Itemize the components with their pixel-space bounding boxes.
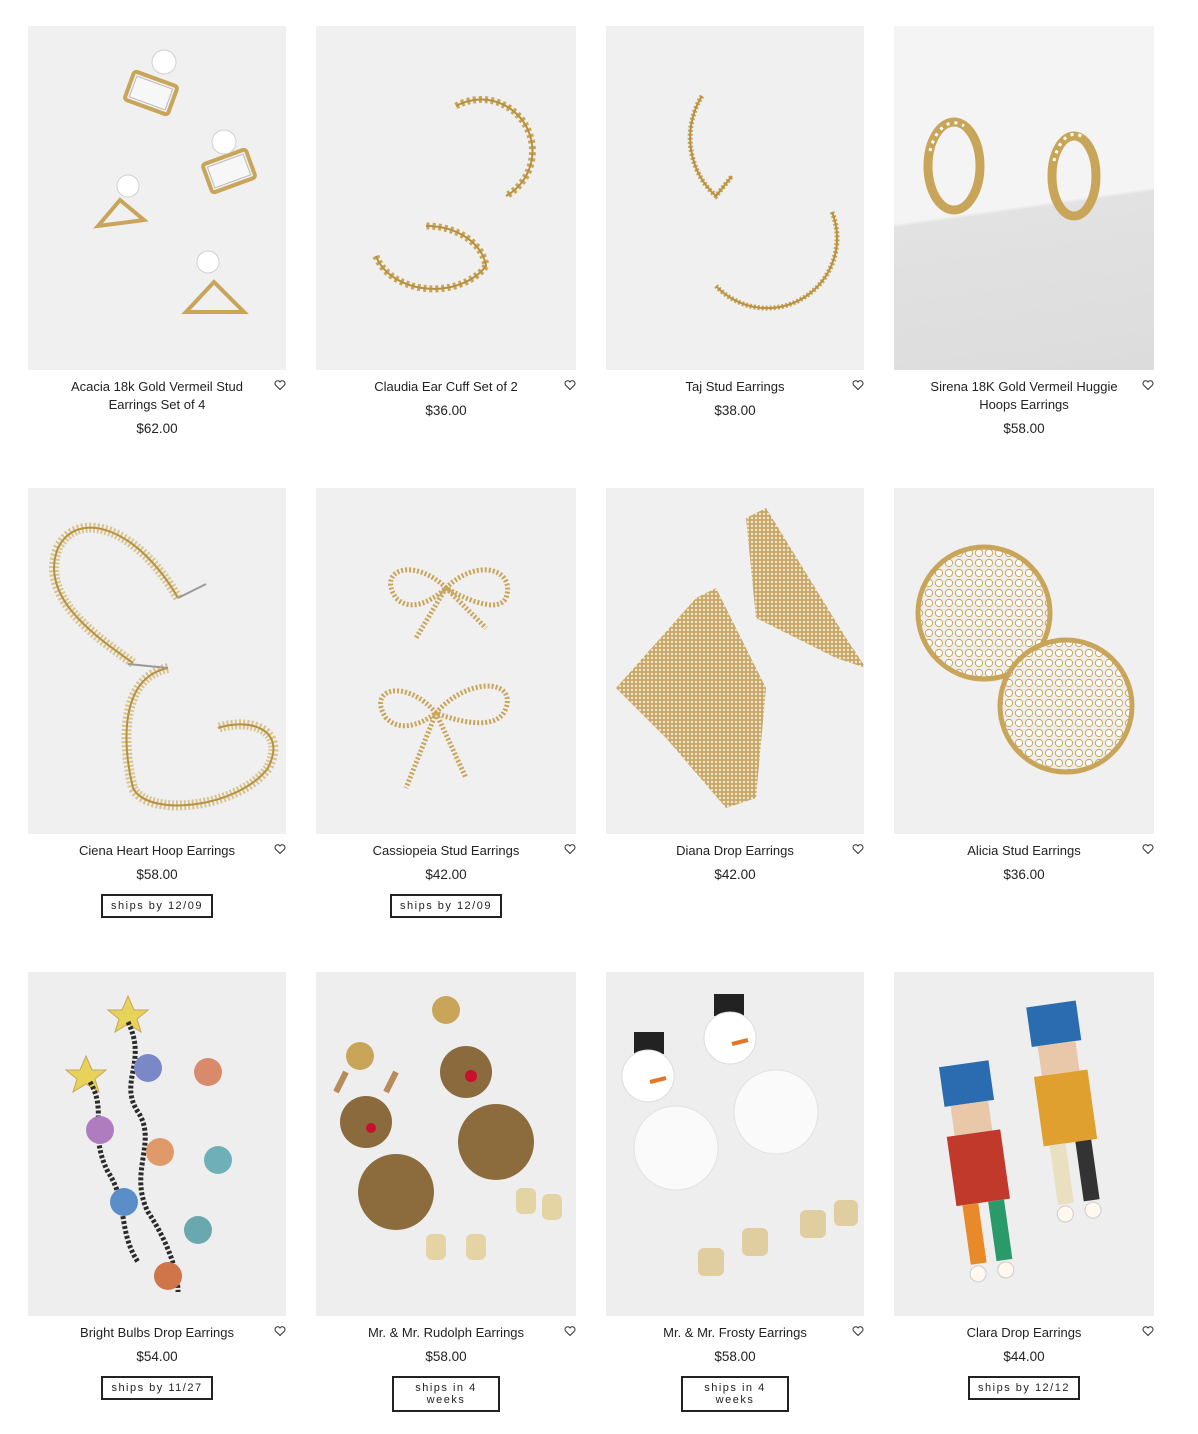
- product-grid: Acacia 18k Gold Vermeil Stud Earrings Se…: [28, 26, 1154, 1432]
- product-card[interactable]: Bright Bulbs Drop Earrings $54.00 ships …: [28, 972, 286, 1432]
- heart-icon[interactable]: [564, 843, 576, 855]
- product-info: Taj Stud Earrings $38.00: [606, 370, 864, 420]
- ships-by-badge[interactable]: ships by 12/09: [101, 894, 213, 918]
- product-info: Alicia Stud Earrings $36.00: [894, 834, 1154, 884]
- mesh-drop-image: [616, 508, 864, 808]
- product-price: $44.00: [1003, 1349, 1045, 1364]
- earring-set-image: [93, 49, 257, 314]
- product-card[interactable]: Taj Stud Earrings $38.00: [606, 26, 864, 488]
- ships-by-badge[interactable]: ships in 4 weeks: [392, 1376, 500, 1412]
- product-card[interactable]: Clara Drop Earrings $44.00 ships by 12/1…: [894, 972, 1154, 1432]
- product-price: $58.00: [1003, 421, 1045, 436]
- product-card[interactable]: Diana Drop Earrings $42.00: [606, 488, 864, 972]
- product-image[interactable]: [316, 972, 576, 1316]
- product-image[interactable]: [28, 488, 286, 834]
- product-image[interactable]: [606, 972, 864, 1316]
- ships-by-badge[interactable]: ships by 11/27: [101, 1376, 213, 1400]
- product-info: Clara Drop Earrings $44.00 ships by 12/1…: [894, 1316, 1154, 1400]
- heart-icon[interactable]: [564, 1325, 576, 1337]
- product-price: $38.00: [714, 403, 756, 418]
- product-name[interactable]: Alicia Stud Earrings: [894, 842, 1154, 860]
- product-name[interactable]: Mr. & Mr. Rudolph Earrings: [316, 1324, 576, 1342]
- product-info: Cassiopeia Stud Earrings $42.00 ships by…: [316, 834, 576, 918]
- bulb-drop-image: [64, 994, 232, 1293]
- product-info: Diana Drop Earrings $42.00: [606, 834, 864, 884]
- product-image[interactable]: [606, 488, 864, 834]
- product-name[interactable]: Cassiopeia Stud Earrings: [316, 842, 576, 860]
- product-price: $36.00: [1003, 867, 1045, 882]
- product-name[interactable]: Mr. & Mr. Frosty Earrings: [606, 1324, 864, 1342]
- product-price: $36.00: [425, 403, 467, 418]
- product-image[interactable]: [894, 26, 1154, 370]
- product-info: Sirena 18K Gold Vermeil Huggie Hoops Ear…: [894, 370, 1154, 438]
- product-card[interactable]: Acacia 18k Gold Vermeil Stud Earrings Se…: [28, 26, 286, 488]
- product-image[interactable]: [28, 26, 286, 370]
- product-name[interactable]: Ciena Heart Hoop Earrings: [28, 842, 286, 860]
- product-image[interactable]: [28, 972, 286, 1316]
- heart-icon[interactable]: [274, 379, 286, 391]
- product-image[interactable]: [316, 488, 576, 834]
- product-info: Claudia Ear Cuff Set of 2 $36.00: [316, 370, 576, 420]
- product-price: $54.00: [136, 1349, 178, 1364]
- snowman-earring-image: [621, 994, 858, 1276]
- product-info: Ciena Heart Hoop Earrings $58.00 ships b…: [28, 834, 286, 918]
- product-card[interactable]: Sirena 18K Gold Vermeil Huggie Hoops Ear…: [894, 26, 1154, 488]
- bow-stud-image: [378, 567, 511, 789]
- heart-icon[interactable]: [274, 1325, 286, 1337]
- ships-by-badge[interactable]: ships by 12/12: [968, 1376, 1080, 1400]
- product-info: Acacia 18k Gold Vermeil Stud Earrings Se…: [28, 370, 286, 438]
- ships-by-badge[interactable]: ships by 12/09: [390, 894, 502, 918]
- product-price: $58.00: [425, 1349, 467, 1364]
- product-card[interactable]: Ciena Heart Hoop Earrings $58.00 ships b…: [28, 488, 286, 972]
- product-image[interactable]: [606, 26, 864, 370]
- pave-stud-image: [915, 544, 1135, 775]
- nutcracker-earring-image: [938, 1000, 1102, 1283]
- ships-by-badge[interactable]: ships in 4 weeks: [681, 1376, 789, 1412]
- heart-icon[interactable]: [852, 843, 864, 855]
- product-card[interactable]: Mr. & Mr. Frosty Earrings $58.00 ships i…: [606, 972, 864, 1432]
- product-name[interactable]: Claudia Ear Cuff Set of 2: [316, 378, 576, 396]
- product-price: $42.00: [714, 867, 756, 882]
- product-card[interactable]: Cassiopeia Stud Earrings $42.00 ships by…: [316, 488, 576, 972]
- huggie-hoop-image: [923, 117, 1101, 221]
- stud-hoop-image: [687, 94, 840, 311]
- heart-hoop-image: [49, 522, 279, 811]
- heart-icon[interactable]: [852, 379, 864, 391]
- product-card[interactable]: Alicia Stud Earrings $36.00: [894, 488, 1154, 972]
- heart-icon[interactable]: [852, 1325, 864, 1337]
- product-card[interactable]: Claudia Ear Cuff Set of 2 $36.00: [316, 26, 576, 488]
- product-name[interactable]: Taj Stud Earrings: [606, 378, 864, 396]
- product-info: Mr. & Mr. Frosty Earrings $58.00 ships i…: [606, 1316, 864, 1412]
- product-name[interactable]: Sirena 18K Gold Vermeil Huggie Hoops Ear…: [894, 378, 1154, 414]
- heart-icon[interactable]: [1142, 379, 1154, 391]
- product-price: $62.00: [136, 421, 178, 436]
- heart-icon[interactable]: [564, 379, 576, 391]
- product-info: Bright Bulbs Drop Earrings $54.00 ships …: [28, 1316, 286, 1400]
- heart-icon[interactable]: [1142, 843, 1154, 855]
- product-image[interactable]: [316, 26, 576, 370]
- product-price: $42.00: [425, 867, 467, 882]
- product-image[interactable]: [894, 972, 1154, 1316]
- product-price: $58.00: [136, 867, 178, 882]
- product-name[interactable]: Bright Bulbs Drop Earrings: [28, 1324, 286, 1342]
- product-name[interactable]: Acacia 18k Gold Vermeil Stud Earrings Se…: [28, 378, 286, 414]
- product-card[interactable]: Mr. & Mr. Rudolph Earrings $58.00 ships …: [316, 972, 576, 1432]
- heart-icon[interactable]: [274, 843, 286, 855]
- product-info: Mr. & Mr. Rudolph Earrings $58.00 ships …: [316, 1316, 576, 1412]
- product-image[interactable]: [894, 488, 1154, 834]
- product-price: $58.00: [714, 1349, 756, 1364]
- product-name[interactable]: Diana Drop Earrings: [606, 842, 864, 860]
- ear-cuff-image: [372, 96, 536, 293]
- product-name[interactable]: Clara Drop Earrings: [894, 1324, 1154, 1342]
- reindeer-earring-image: [333, 996, 562, 1260]
- heart-icon[interactable]: [1142, 1325, 1154, 1337]
